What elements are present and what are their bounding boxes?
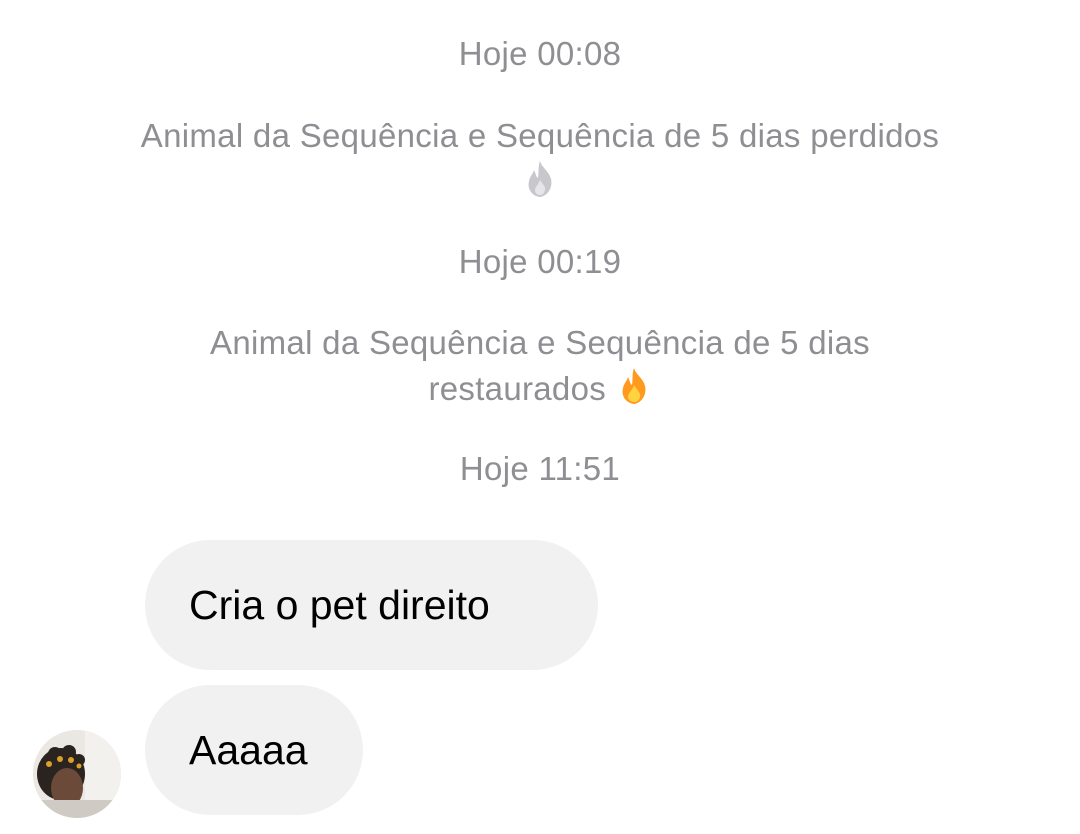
flame-icon-row xyxy=(60,159,1020,205)
message-bubble[interactable]: Cria o pet direito xyxy=(145,540,598,670)
system-message-line2: restaurados xyxy=(60,366,1020,412)
flame-icon xyxy=(622,368,645,404)
system-message-restored: Animal da Sequência e Sequência de 5 dia… xyxy=(60,320,1020,412)
message-bubble[interactable]: Aaaaa xyxy=(145,685,363,815)
timestamp: Hoje 00:19 xyxy=(458,243,622,280)
chat-thread: Hoje 00:08 Animal da Sequência e Sequênc… xyxy=(0,0,1080,834)
avatar[interactable] xyxy=(33,730,121,818)
system-message-text: Animal da Sequência e Sequência de 5 dia… xyxy=(140,117,940,154)
system-message-text: Animal da Sequência e Sequência de 5 dia… xyxy=(210,324,870,361)
timestamp: Hoje 00:08 xyxy=(458,35,622,72)
avatar-photo-icon xyxy=(33,730,121,818)
system-message-lost: Animal da Sequência e Sequência de 5 dia… xyxy=(60,113,1020,205)
system-message-text: restaurados xyxy=(428,370,607,407)
timestamp: Hoje 11:51 xyxy=(459,450,621,487)
flame-icon xyxy=(528,161,552,197)
